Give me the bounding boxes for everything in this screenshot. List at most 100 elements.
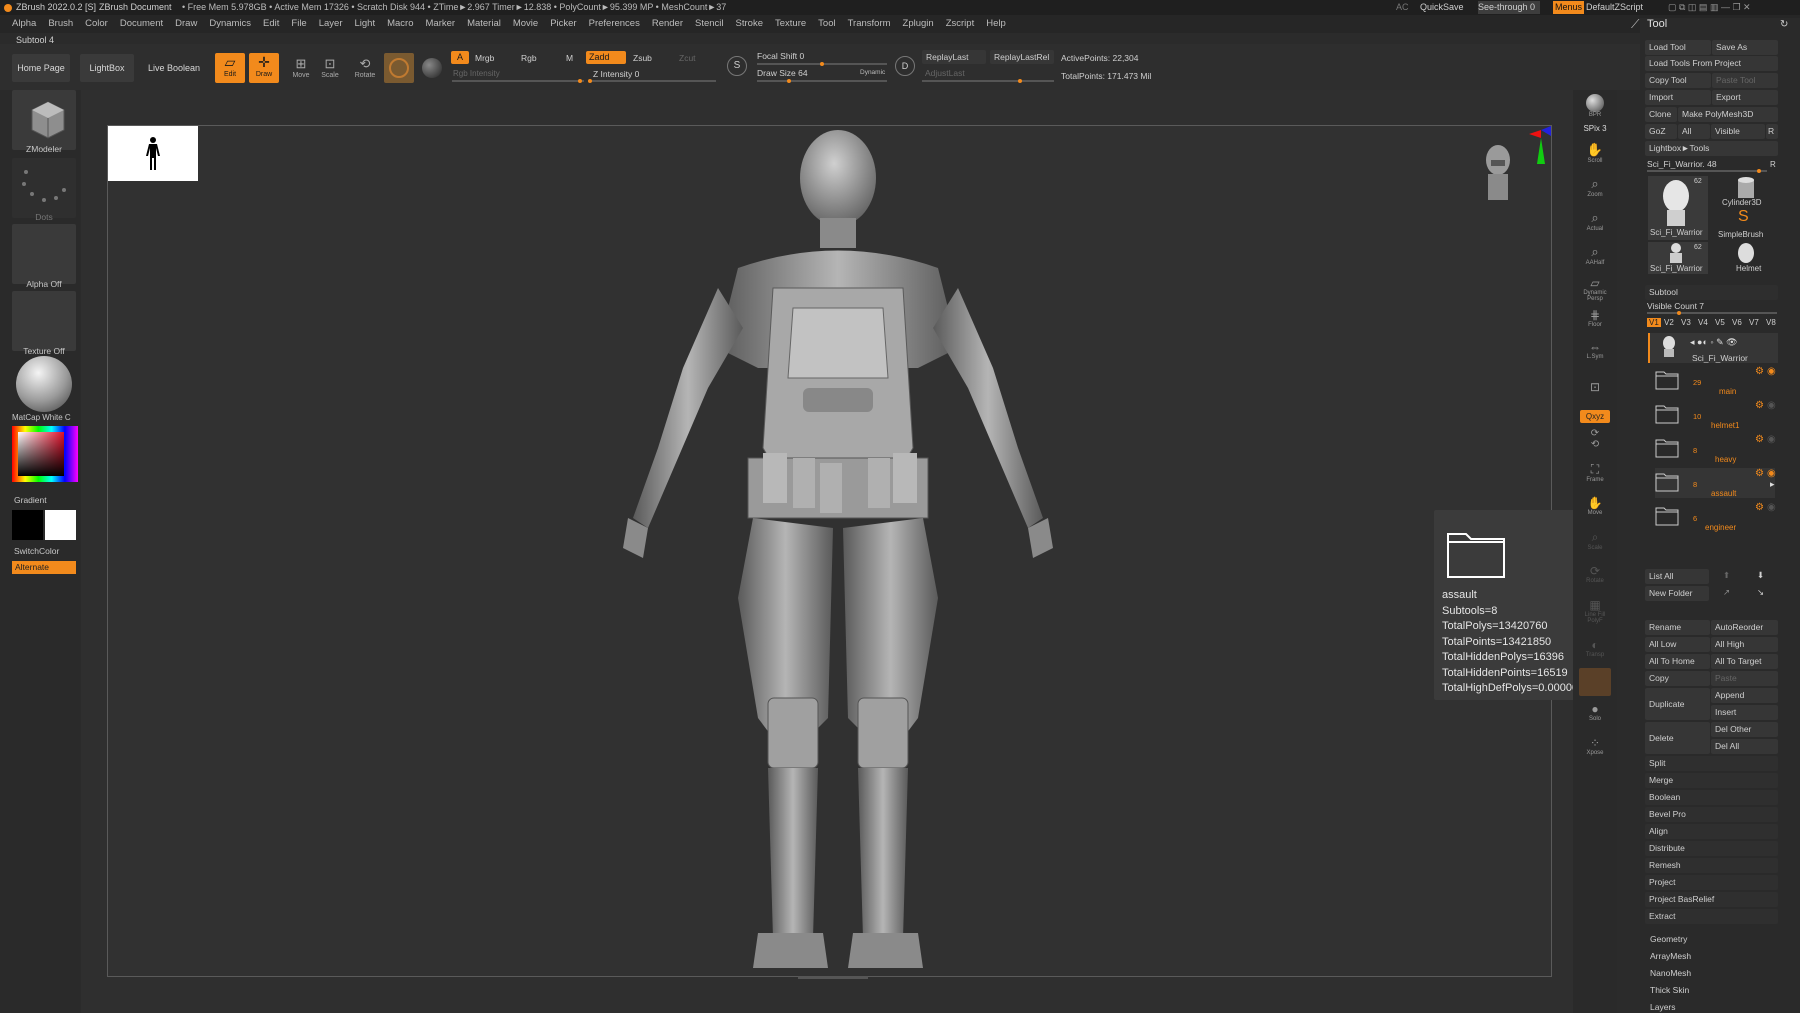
floor-button[interactable]: ⋕ Floor [1577,308,1613,338]
folder-gear-icon[interactable]: ⚙ [1755,502,1764,513]
export-button[interactable]: Export [1712,90,1778,105]
xpose-button[interactable]: ⁘ Xpose [1577,736,1613,766]
folder-eye-icon[interactable]: ◉ [1767,366,1776,377]
menu-stroke[interactable]: Stroke [736,15,763,33]
sphere-material-icon[interactable] [422,58,442,78]
menu-help[interactable]: Help [986,15,1006,33]
thick-skin-section[interactable]: Thick Skin [1650,985,1689,995]
color-picker[interactable] [12,426,78,482]
tool-r-button[interactable]: R [1770,160,1776,169]
menu-stencil[interactable]: Stencil [695,15,724,33]
alpha-thumbnail[interactable] [12,224,76,284]
tool-slider[interactable] [1647,169,1767,173]
tool-thumb-sci-fi-warrior-2[interactable]: 62 Sci_Fi_Warrior [1648,242,1708,274]
zoom-button[interactable]: ⌕ Zoom [1577,176,1613,206]
append-button[interactable]: Append [1711,688,1778,703]
paste-tool-button[interactable]: Paste Tool [1712,73,1778,88]
goz-visible-button[interactable]: Visible [1711,124,1765,139]
texture-thumbnail[interactable] [12,291,76,351]
bevel-pro-section[interactable]: Bevel Pro [1645,807,1778,822]
draw-mode-button[interactable]: ✛ Draw [249,53,279,83]
copy-button[interactable]: Copy [1645,671,1710,686]
arraymesh-section[interactable]: ArrayMesh [1650,951,1691,961]
all-to-home-button[interactable]: All To Home [1645,654,1710,669]
dynamic-toggle[interactable]: Dynamic [860,69,885,76]
subtool-section-header[interactable]: Subtool [1645,285,1778,300]
lightbox-button[interactable]: LightBox [80,54,134,82]
vset-tab-v4[interactable]: V4 [1698,318,1708,327]
menu-zplugin[interactable]: Zplugin [903,15,934,33]
split-section[interactable]: Split [1645,756,1778,771]
menu-material[interactable]: Material [467,15,501,33]
align-section[interactable]: Align [1645,824,1778,839]
import-button[interactable]: Import [1645,90,1711,105]
menu-macro[interactable]: Macro [387,15,413,33]
vset-tab-v8[interactable]: V8 [1766,318,1776,327]
local-symmetry-button[interactable]: ⇔ L.Sym [1577,340,1613,370]
3d-model-sci-fi-warrior[interactable] [588,118,1088,978]
all-low-button[interactable]: All Low [1645,637,1710,652]
del-other-button[interactable]: Del Other [1711,722,1778,737]
goz-all-button[interactable]: All [1678,124,1710,139]
folder-eye-icon[interactable]: ◉ [1767,434,1776,445]
menu-color[interactable]: Color [85,15,108,33]
stroke-thumbnail[interactable] [12,158,76,218]
tool-thumb-simplebrush[interactable]: S SimpleBrush [1712,208,1778,240]
subtool-toggles-icon[interactable]: ◂ ●◐ ◦ ✎ 👁 [1690,337,1738,348]
folder-expand-arrow-icon[interactable]: ▸ [1770,479,1775,490]
window-controls-icon[interactable]: ▢ ⧉ ◫ ▤ ▥ — ❐ ✕ [1668,0,1751,15]
panel-pin-icon[interactable]: ↻ [1780,19,1788,30]
move-up-icon[interactable]: ⬆ [1723,570,1730,581]
merge-section[interactable]: Merge [1645,773,1778,788]
perspective-button[interactable]: ▱ Dynamic Persp [1577,276,1613,306]
see-through-slider[interactable]: See-through 0 [1478,1,1540,14]
load-tools-from-project-button[interactable]: Load Tools From Project [1645,56,1778,71]
rotate-axis-icons[interactable]: ⟳ ⟲ [1577,428,1613,458]
home-page-button[interactable]: Home Page [12,54,70,82]
mrgb-toggle[interactable]: Mrgb [475,53,494,63]
all-high-button[interactable]: All High [1711,637,1778,652]
material-swatch[interactable] [384,53,414,83]
menu-transform[interactable]: Transform [848,15,891,33]
main-color-swatch[interactable] [12,510,43,540]
menu-movie[interactable]: Movie [513,15,538,33]
lazy-mouse-icon[interactable]: D [895,56,915,76]
menu-alpha[interactable]: Alpha [12,15,36,33]
m-toggle[interactable]: M [566,53,573,63]
adjust-last-slider[interactable] [922,79,1054,83]
folder-gear-icon[interactable]: ⚙ [1755,400,1764,411]
menu-draw[interactable]: Draw [175,15,197,33]
folder-eye-icon[interactable]: ◉ [1767,400,1776,411]
scale-button[interactable]: ⊡ Scale [316,56,344,79]
color-picker-square[interactable] [18,432,64,476]
folder-eye-icon[interactable]: ◉ [1767,468,1776,479]
menu-file[interactable]: File [291,15,306,33]
live-boolean-button[interactable]: Live Boolean [142,54,206,82]
alternate-button[interactable]: Alternate [12,561,76,574]
menu-dynamics[interactable]: Dynamics [209,15,251,33]
menus-toggle[interactable]: Menus [1553,1,1585,14]
menu-layer[interactable]: Layer [319,15,343,33]
make-polymesh-button[interactable]: Make PolyMesh3D [1678,107,1778,122]
rotate-button[interactable]: ⟲ Rotate [351,56,379,79]
subtool-folder-heavy[interactable]: 8 heavy ⚙ ◉ [1655,434,1776,464]
duplicate-button[interactable]: Duplicate [1645,688,1710,720]
secondary-color-swatch[interactable] [45,510,76,540]
vset-tab-v5[interactable]: V5 [1715,318,1725,327]
tool-thumb-helmet[interactable]: Helmet [1712,242,1778,274]
zadd-toggle[interactable]: Zadd [586,51,626,64]
move-button[interactable]: ⊞ Move [287,56,315,79]
menu-tool[interactable]: Tool [818,15,835,33]
a-toggle[interactable]: A [451,51,469,64]
menu-light[interactable]: Light [354,15,375,33]
menu-render[interactable]: Render [652,15,683,33]
subtool-folder-main[interactable]: 29 main ⚙ ◉ [1655,366,1776,396]
del-all-button[interactable]: Del All [1711,739,1778,754]
new-folder-button[interactable]: New Folder [1645,586,1709,601]
subtool-folder-engineer[interactable]: 6 engineer ⚙ ◉ [1655,502,1776,532]
brush-thumbnail[interactable] [12,90,76,150]
solo-button[interactable]: ● Solo [1577,702,1613,732]
all-to-target-button[interactable]: All To Target [1711,654,1778,669]
xyz-symmetry-toggle[interactable]: Qxyz [1580,410,1610,423]
move-view-button[interactable]: ✋ Move [1577,496,1613,526]
